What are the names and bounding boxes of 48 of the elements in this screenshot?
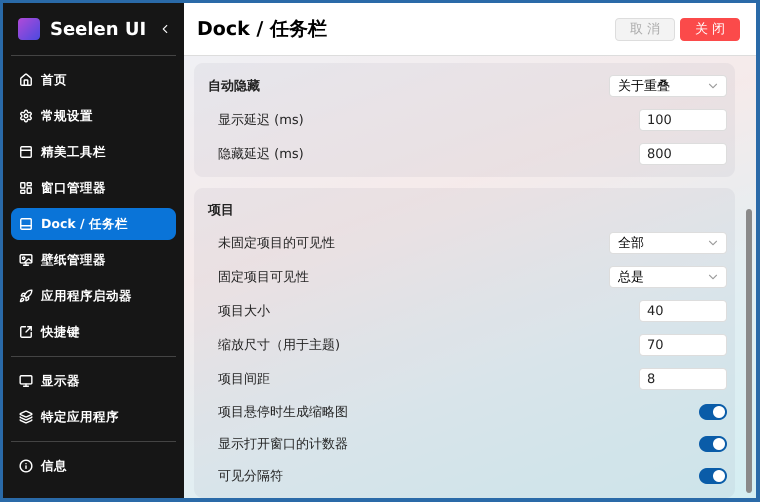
page-title: Dock / 任务栏 (197, 17, 328, 42)
number-field[interactable]: 70 (639, 334, 727, 356)
rocket-icon (19, 289, 33, 303)
layers-icon (19, 410, 33, 424)
toggle-switch[interactable] (699, 468, 727, 484)
number-field[interactable]: 40 (639, 300, 727, 322)
section-title: 项目 (208, 202, 234, 219)
dropdown[interactable]: 关于重叠 (609, 75, 727, 97)
info-icon (19, 459, 33, 473)
setting-label: 显示打开窗口的计数器 (218, 436, 348, 453)
setting-label: 项目间距 (218, 371, 270, 388)
nav-item[interactable]: 信息 (11, 450, 176, 482)
section-title: 自动隐藏 (208, 78, 260, 95)
nav-item[interactable]: 精美工具栏 (11, 136, 176, 168)
dock-icon (19, 217, 33, 231)
nav-item[interactable]: Dock / 任务栏 (11, 208, 176, 240)
nav-item[interactable]: 首页 (11, 64, 176, 96)
nav-item[interactable]: 显示器 (11, 365, 176, 397)
toggle-switch[interactable] (699, 404, 727, 420)
toggle-switch[interactable] (699, 436, 727, 452)
setting-label: 缩放尺寸（用于主题) (218, 337, 340, 354)
setting-label: 未固定项目的可见性 (218, 235, 335, 252)
nav-item[interactable]: 应用程序启动器 (11, 280, 176, 312)
home-icon (19, 73, 33, 87)
setting-label: 隐藏延迟 (ms) (218, 146, 304, 163)
window-icon (19, 145, 33, 159)
logo-icon (18, 18, 40, 40)
number-field[interactable]: 8 (639, 368, 727, 390)
nav-item[interactable]: 快捷键 (11, 316, 176, 348)
nav-item[interactable]: 常规设置 (11, 100, 176, 132)
scrollbar[interactable] (746, 209, 752, 493)
dropdown[interactable]: 总是 (609, 266, 727, 288)
number-field[interactable]: 100 (639, 109, 727, 131)
gear-icon (19, 109, 33, 123)
setting-label: 项目大小 (218, 303, 270, 320)
external-link-icon (19, 325, 33, 339)
setting-label: 可见分隔符 (218, 468, 283, 485)
nav-item[interactable]: 窗口管理器 (11, 172, 176, 204)
layout-icon (19, 181, 33, 195)
monitor-icon (19, 374, 33, 388)
setting-label: 显示延迟 (ms) (218, 112, 304, 129)
number-field[interactable]: 800 (639, 143, 727, 165)
nav-item[interactable]: 特定应用程序 (11, 401, 176, 433)
nav-item[interactable]: 壁纸管理器 (11, 244, 176, 276)
setting-label: 固定项目可见性 (218, 269, 309, 286)
setting-label: 项目悬停时生成缩略图 (218, 404, 348, 421)
dropdown[interactable]: 全部 (609, 232, 727, 254)
app-title: Seelen UI (50, 18, 148, 40)
